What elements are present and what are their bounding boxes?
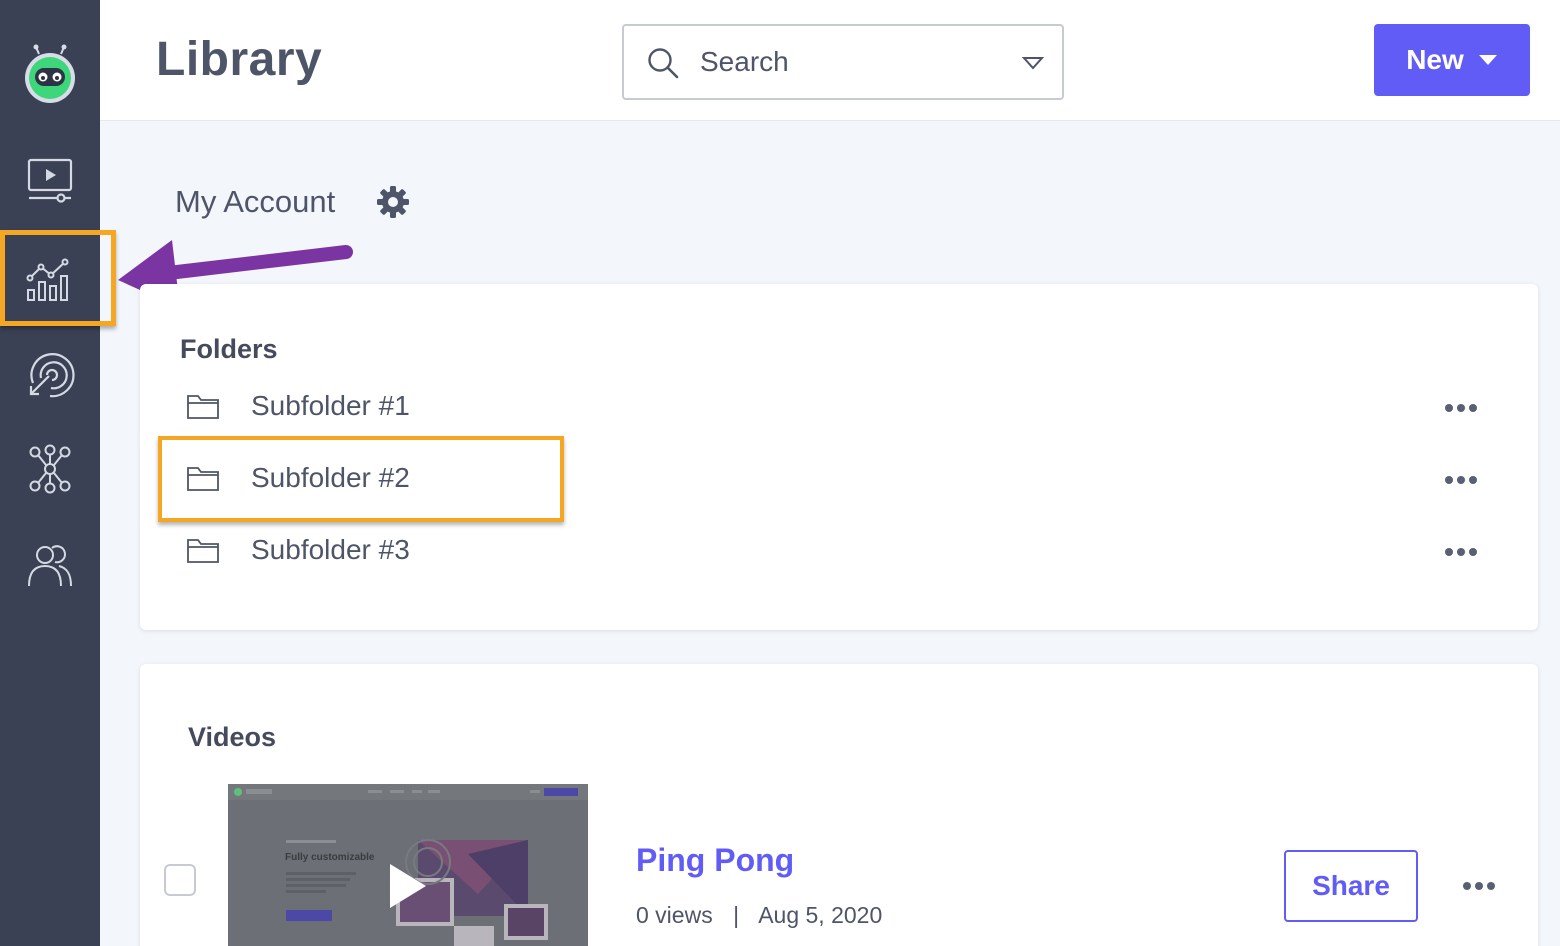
meta-separator: | [733,902,740,928]
folder-icon [187,395,219,419]
video-views: 0 views [636,902,713,928]
more-options-icon[interactable] [1444,402,1478,414]
video-select-checkbox[interactable] [164,864,196,896]
video-date: Aug 5, 2020 [758,902,883,928]
more-options-icon[interactable] [1444,474,1478,486]
search-input[interactable] [700,44,1000,80]
folder-name: Subfolder #3 [251,534,410,565]
folder-name: Subfolder #1 [251,390,410,421]
sidebar-item-hub[interactable] [0,424,100,514]
new-button-label: New [1406,44,1464,75]
page-title: Library [156,33,323,86]
app-logo[interactable] [22,44,78,104]
video-thumbnail[interactable]: Fully customizable [228,784,588,946]
new-button[interactable]: New [1374,24,1530,96]
folders-card: Folders Subfolder #1 Subfolder #2 Subfol… [140,284,1538,630]
account-title: My Account [175,184,336,219]
gear-icon[interactable] [376,185,410,219]
videos-heading: Videos [188,722,277,752]
folder-icon [187,539,219,563]
sidebar-item-integrations[interactable] [0,330,100,420]
folder-row[interactable]: Subfolder #3 [180,522,1500,582]
video-title-link[interactable]: Ping Pong [636,842,794,879]
more-options-icon[interactable] [1444,546,1478,558]
top-header: Library New [100,0,1560,121]
sidebar [0,0,100,946]
search-box[interactable] [622,24,1064,100]
caret-down-icon [1478,55,1497,65]
folder-icon [187,467,219,491]
folders-heading: Folders [180,334,278,364]
share-button[interactable]: Share [1284,850,1418,922]
analytics-icon [26,258,69,301]
video-thumbnail-art [228,784,588,946]
folder-name: Subfolder #2 [251,462,410,493]
users-icon [28,545,72,587]
folder-row[interactable]: Subfolder #1 [180,378,1500,438]
sidebar-item-videos[interactable] [0,136,100,226]
sidebar-item-users[interactable] [0,520,100,610]
sidebar-item-analytics[interactable] [0,234,100,324]
network-icon [29,444,71,494]
video-meta: 0 views | Aug 5, 2020 [636,902,882,929]
video-thumbnail-caption: Fully customizable [285,852,375,863]
target-icon [29,353,75,398]
folder-row[interactable]: Subfolder #2 [180,450,1500,510]
search-filter-chevron-icon[interactable] [1022,56,1044,70]
search-icon [648,48,679,79]
more-options-icon[interactable] [1462,880,1496,892]
video-screen-icon [27,158,73,203]
